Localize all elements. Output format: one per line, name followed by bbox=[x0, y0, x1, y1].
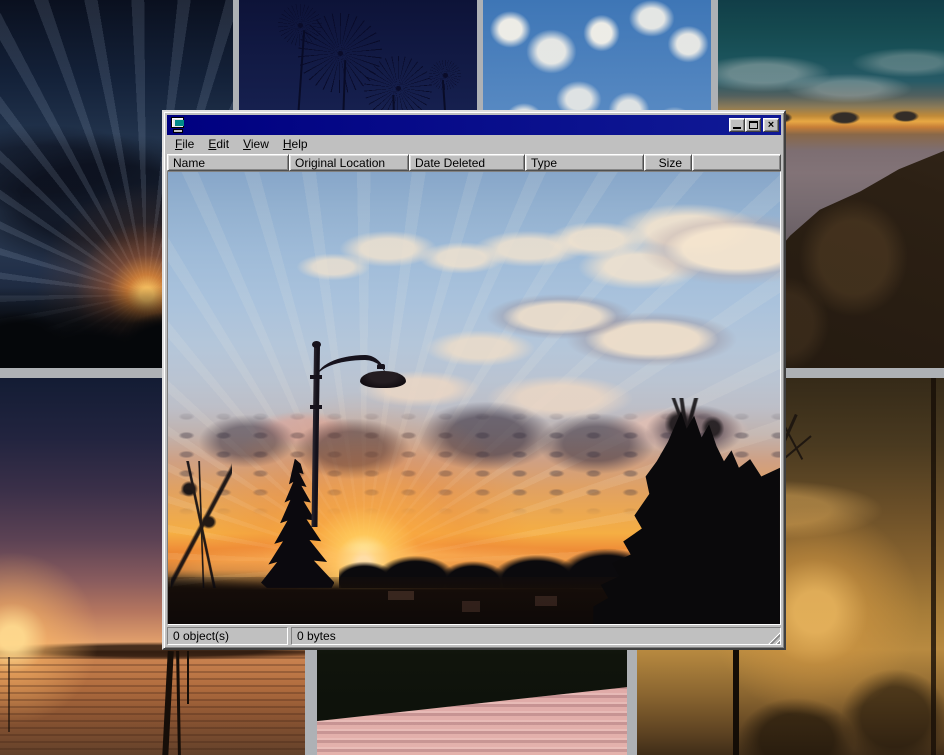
column-header-name[interactable]: Name bbox=[167, 154, 289, 171]
blurred-pole bbox=[931, 378, 936, 755]
seed-head bbox=[278, 4, 322, 46]
street-lamp-cap bbox=[377, 364, 385, 369]
menu-view[interactable]: View bbox=[236, 135, 276, 154]
title-bar[interactable]: × bbox=[167, 115, 781, 135]
status-object-count: 0 object(s) bbox=[167, 627, 288, 645]
minimize-button[interactable] bbox=[729, 118, 745, 132]
file-list-area-sunset-photo[interactable] bbox=[167, 171, 781, 625]
recycle-bin-window: × File Edit View Help Name Original Loca… bbox=[162, 110, 786, 650]
minimize-icon bbox=[733, 127, 741, 129]
status-size: 0 bytes bbox=[291, 627, 781, 645]
water-ripples bbox=[0, 657, 305, 755]
maximize-icon bbox=[749, 121, 758, 129]
street-lamp-bracket bbox=[310, 405, 322, 409]
menu-file[interactable]: File bbox=[168, 135, 201, 154]
column-header-type[interactable]: Type bbox=[525, 154, 644, 171]
column-header-blank[interactable] bbox=[692, 154, 781, 171]
menu-edit[interactable]: Edit bbox=[201, 135, 236, 154]
close-button[interactable]: × bbox=[763, 118, 779, 132]
desktop: × File Edit View Help Name Original Loca… bbox=[0, 0, 944, 755]
menu-help[interactable]: Help bbox=[276, 135, 315, 154]
building-silhouette bbox=[535, 596, 557, 606]
column-header-original-location[interactable]: Original Location bbox=[289, 154, 409, 171]
status-bar: 0 object(s) 0 bytes bbox=[167, 625, 781, 645]
water-stick bbox=[8, 657, 10, 732]
water-stick bbox=[187, 651, 189, 704]
street-lamp-head bbox=[360, 371, 406, 388]
column-header-row: Name Original Location Date Deleted Type… bbox=[167, 154, 781, 171]
building-silhouette bbox=[462, 601, 480, 612]
photo-sapling-branches bbox=[171, 461, 232, 588]
seed-head bbox=[429, 60, 461, 90]
street-lamp-finial bbox=[312, 341, 321, 348]
column-header-date-deleted[interactable]: Date Deleted bbox=[409, 154, 525, 171]
building-silhouette bbox=[388, 591, 414, 600]
maximize-button[interactable] bbox=[745, 118, 761, 132]
column-header-size[interactable]: Size bbox=[644, 154, 692, 171]
menu-bar: File Edit View Help bbox=[167, 135, 781, 154]
computer-icon bbox=[170, 117, 186, 133]
